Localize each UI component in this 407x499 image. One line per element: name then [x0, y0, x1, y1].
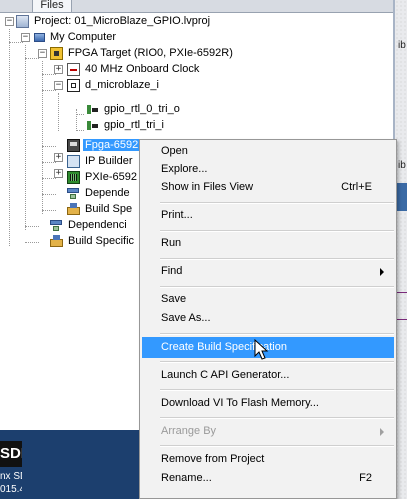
menu-item-label: Save As...	[161, 312, 211, 324]
tree-item-label: My Computer	[50, 31, 117, 44]
dependencies-icon	[67, 187, 80, 200]
clock-icon	[67, 62, 80, 76]
tree-item-gpio-in[interactable]: gpio_rtl_tri_i	[86, 117, 166, 133]
menu-item-download-vi-to-flash[interactable]: Download VI To Flash Memory...	[142, 393, 394, 414]
menu-separator	[160, 361, 394, 363]
dependencies-icon	[50, 219, 63, 232]
vi-icon	[67, 138, 80, 152]
tree-item-build-specs[interactable]: Build Specific	[50, 233, 136, 249]
menu-item-label: Find	[161, 265, 183, 277]
menu-separator	[160, 389, 394, 391]
right-panel-text: ib	[398, 40, 406, 51]
menu-item-label: Print...	[161, 209, 193, 221]
context-menu: Open Explore... Show in Files View Ctrl+E…	[139, 139, 397, 499]
tree-item-fpga-dependencies[interactable]: Depende	[67, 185, 132, 201]
tree-item-label: gpio_rtl_0_tri_o	[104, 103, 180, 116]
tree-item-label: Build Spe	[85, 203, 133, 216]
right-panel-wire	[396, 183, 407, 211]
ip-chip-icon	[67, 78, 80, 92]
menu-item-label: Remove from Project	[161, 453, 265, 465]
tree-item-gpio-out[interactable]: gpio_rtl_0_tri_o	[86, 101, 182, 117]
menu-separator	[160, 230, 394, 232]
expander-my-computer[interactable]: −	[21, 33, 30, 42]
menu-item-shortcut: Ctrl+E	[341, 181, 372, 193]
tree-item-label: PXIe-6592	[85, 171, 137, 184]
tree-item-ip-builder[interactable]: IP Builder	[67, 153, 135, 169]
tree-item-clock[interactable]: 40 MHz Onboard Clock	[67, 61, 201, 77]
tree-item-fpga-build-specs[interactable]: Build Spe	[67, 201, 134, 217]
tree-item-label: Depende	[85, 187, 130, 200]
menu-separator	[160, 202, 394, 204]
menu-separator	[160, 417, 394, 419]
build-specifications-icon	[50, 234, 63, 248]
submenu-arrow-icon	[380, 428, 384, 436]
menu-separator	[160, 258, 394, 260]
submenu-arrow-icon	[380, 268, 384, 276]
tree-item-label: IP Builder	[85, 155, 133, 168]
tree-item-label: d_microblaze_i	[85, 79, 159, 92]
menu-item-rename[interactable]: Rename... F2	[142, 468, 394, 489]
menu-item-run[interactable]: Run	[142, 233, 394, 254]
menu-item-label: Launch C API Generator...	[161, 369, 290, 381]
menu-item-launch-c-api-generator[interactable]: Launch C API Generator...	[142, 365, 394, 386]
tree-item-label: Dependenci	[68, 219, 127, 232]
expander-microblaze[interactable]: −	[54, 81, 63, 90]
menu-item-save-as[interactable]: Save As...	[142, 308, 394, 329]
tree-item-project[interactable]: Project: 01_MicroBlaze_GPIO.lvproj	[16, 13, 212, 29]
menu-item-label: Arrange By	[161, 425, 217, 437]
menu-separator	[160, 445, 394, 447]
build-specifications-icon	[67, 202, 80, 216]
menu-item-remove-from-project[interactable]: Remove from Project	[142, 449, 394, 470]
right-panel-text: ib	[398, 160, 406, 171]
menu-separator	[160, 286, 394, 288]
project-icon	[16, 14, 29, 28]
expander-fpga-target[interactable]: −	[38, 49, 47, 58]
menu-item-label: Show in Files View	[161, 181, 254, 193]
tree-item-label: gpio_rtl_tri_i	[104, 119, 164, 132]
tree-item-pxie[interactable]: PXIe-6592	[67, 169, 139, 185]
menu-item-label: Rename...	[161, 472, 212, 484]
tree-item-label: 40 MHz Onboard Clock	[85, 63, 200, 76]
expander-project[interactable]: −	[5, 17, 14, 26]
menu-separator	[160, 333, 394, 335]
sdk-logo-icon: SDK	[0, 441, 22, 467]
menu-item-label: Run	[161, 237, 182, 249]
fpga-target-icon	[50, 46, 63, 60]
menu-item-arrange-by: Arrange By	[142, 421, 394, 442]
tree-item-label: Project: 01_MicroBlaze_GPIO.lvproj	[34, 15, 211, 28]
tree-item-fpga-target[interactable]: FPGA Target (RIO0, PXIe-6592R)	[50, 45, 235, 61]
menu-item-find[interactable]: Find	[142, 261, 394, 282]
sdk-desktop-shortcut[interactable]: SDK nx SDK 015.4	[0, 441, 22, 499]
menu-item-print[interactable]: Print...	[142, 205, 394, 226]
tree-item-dependencies[interactable]: Dependenci	[50, 217, 129, 233]
io-node-icon	[86, 119, 99, 132]
expander-pxie[interactable]: +	[54, 169, 63, 178]
sdk-shortcut-label: nx SDK	[0, 471, 22, 482]
tree-item-label: Build Specific	[68, 235, 135, 248]
mouse-cursor-icon	[254, 339, 269, 360]
right-panel-wire	[396, 292, 407, 320]
tree-item-label: FPGA Target (RIO0, PXIe-6592R)	[68, 47, 233, 60]
tree-item-my-computer[interactable]: My Computer	[34, 29, 118, 45]
ip-builder-icon	[67, 154, 80, 168]
menu-item-save[interactable]: Save	[142, 289, 394, 310]
tree-item-microblaze[interactable]: d_microblaze_i	[67, 77, 161, 93]
io-node-icon	[86, 103, 99, 116]
menu-item-show-in-files-view[interactable]: Show in Files View Ctrl+E	[142, 177, 394, 198]
tab-files[interactable]: Files	[32, 0, 72, 12]
computer-icon	[34, 32, 45, 42]
project-tab-strip: Files	[0, 0, 393, 13]
pxie-module-icon	[67, 170, 80, 184]
menu-item-shortcut: F2	[359, 472, 372, 484]
menu-item-label: Download VI To Flash Memory...	[161, 397, 319, 409]
sdk-shortcut-version: 015.4	[0, 484, 22, 495]
expander-ip-builder[interactable]: +	[54, 153, 63, 162]
menu-item-label: Save	[161, 293, 187, 305]
expander-clock[interactable]: +	[54, 65, 63, 74]
